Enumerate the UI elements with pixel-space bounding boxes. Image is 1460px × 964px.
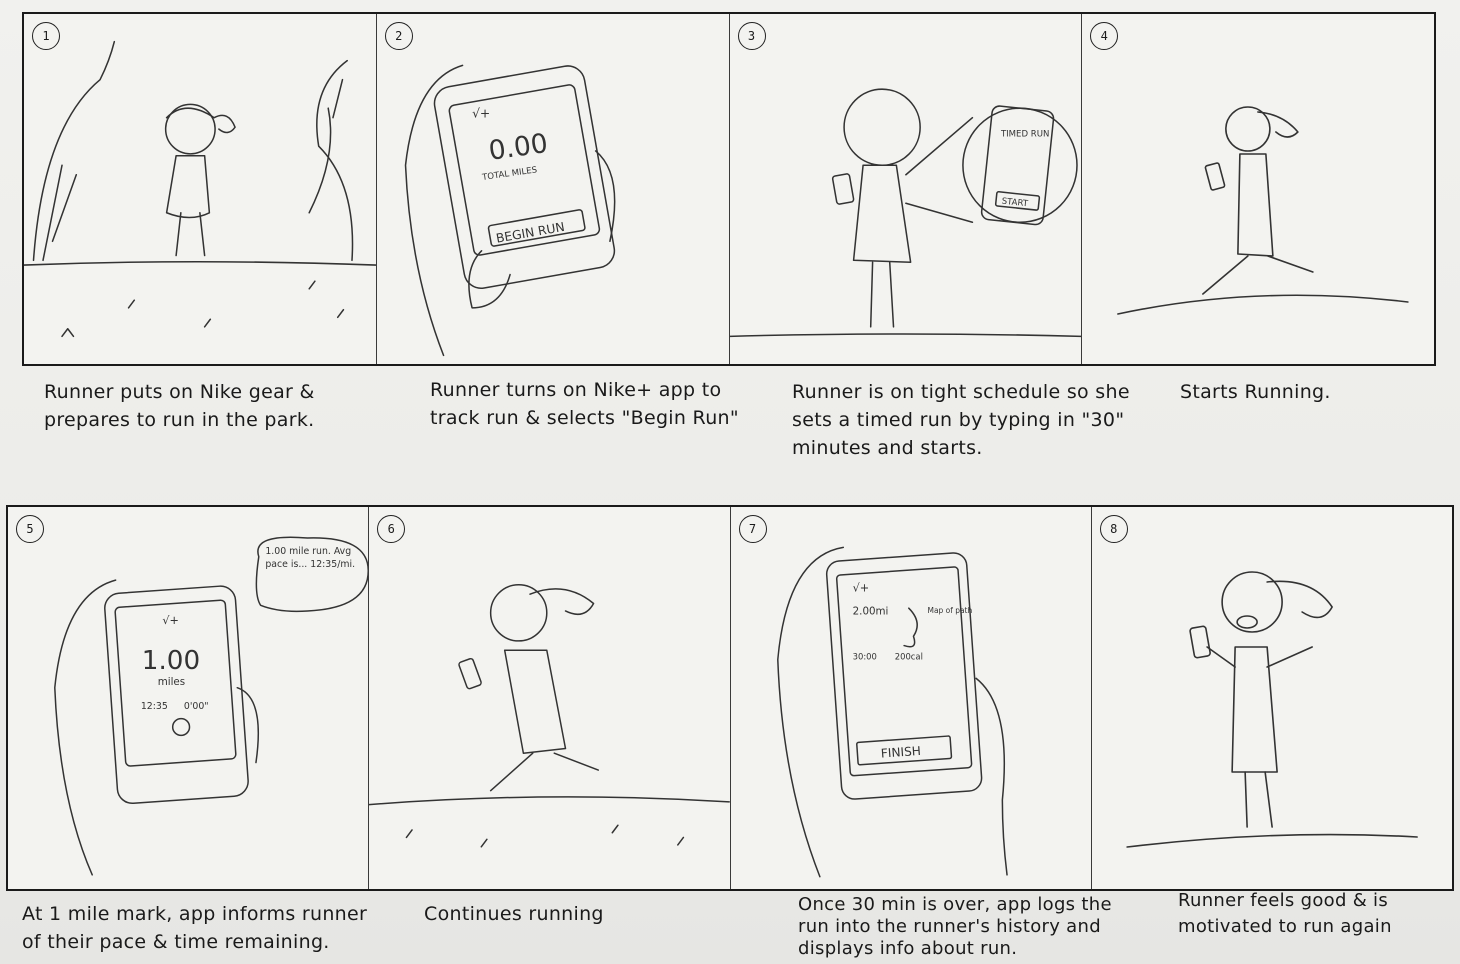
storyboard-row-bottom: 5 √+ 1.00 miles 12:35 0'00" 1.00 mile ru… [6,505,1454,891]
storyboard-row-top: 1 2 √+ 0.00 TOTAL MILES BEGIN RUN 3 TIME… [22,12,1436,366]
caption-panel-8: Runner feels good & is motivated to run … [1178,890,1392,937]
panel-4: 4 [1082,14,1434,364]
speech-bubble-text: 1.00 mile run. Avg pace is... 12:35/mi. [265,546,356,570]
screen-unit: TOTAL MILES [480,165,537,183]
caption-panel-6: Continues running [424,903,604,925]
screen-map-label: Map of path [927,606,972,615]
screen-value: 1.00 [142,646,200,676]
panel-5: 5 √+ 1.00 miles 12:35 0'00" 1.00 mile ru… [8,507,370,889]
panel-3: 3 TIMED RUN START [729,14,1083,364]
panel-8: 8 [1092,507,1452,889]
caption-panel-7: Once 30 min is over, app logs the run in… [798,894,1112,959]
panel-7: 7 √+ 2.00mi Map of path 30:00 200cal FIN… [731,507,1092,889]
screen-brand: √+ [162,614,179,627]
screen-brand: √+ [472,107,490,121]
panel-6: 6 [369,507,731,889]
caption-panel-4: Starts Running. [1180,381,1331,403]
caption-panel-1: Runner puts on Nike gear & prepares to r… [44,381,315,431]
pause-icon[interactable] [171,717,191,737]
screen-brand: √+ [852,581,869,594]
screen-unit: miles [158,676,185,688]
caption-panel-5: At 1 mile mark, app informs runner of th… [22,903,368,953]
panel-2: 2 √+ 0.00 TOTAL MILES BEGIN RUN [377,14,730,364]
screen-distance: 2.00mi [852,606,888,618]
panel-3-sketch: TIMED RUN START [729,88,1082,338]
panel-8-sketch [1126,571,1418,848]
caption-panel-2: Runner turns on Nike+ app to track run &… [430,379,739,429]
panel-5-sketch: √+ 1.00 miles 12:35 0'00" 1.00 mile run.… [54,536,369,876]
screen-title: TIMED RUN [999,130,1048,140]
screen-value: 0.00 [487,128,550,167]
screen-calories: 200cal [894,652,922,662]
screen-time: 0'00" [184,701,209,712]
panel-7-sketch: √+ 2.00mi Map of path 30:00 200cal FINIS… [776,546,1008,878]
panel-1: 1 [24,14,377,364]
storyboard-paper: 1 2 √+ 0.00 TOTAL MILES BEGIN RUN 3 TIME… [0,0,1460,964]
panel-6-sketch [369,584,730,848]
screen-pace: 12:35 [141,701,168,712]
panel-1-sketch [24,40,376,338]
panel-4-sketch [1117,106,1409,315]
finish-label: FINISH [880,744,921,761]
caption-panel-3: Runner is on tight schedule so she sets … [792,381,1130,459]
panel-2-sketch: √+ 0.00 TOTAL MILES BEGIN RUN [404,64,616,357]
screen-duration: 30:00 [852,652,876,662]
